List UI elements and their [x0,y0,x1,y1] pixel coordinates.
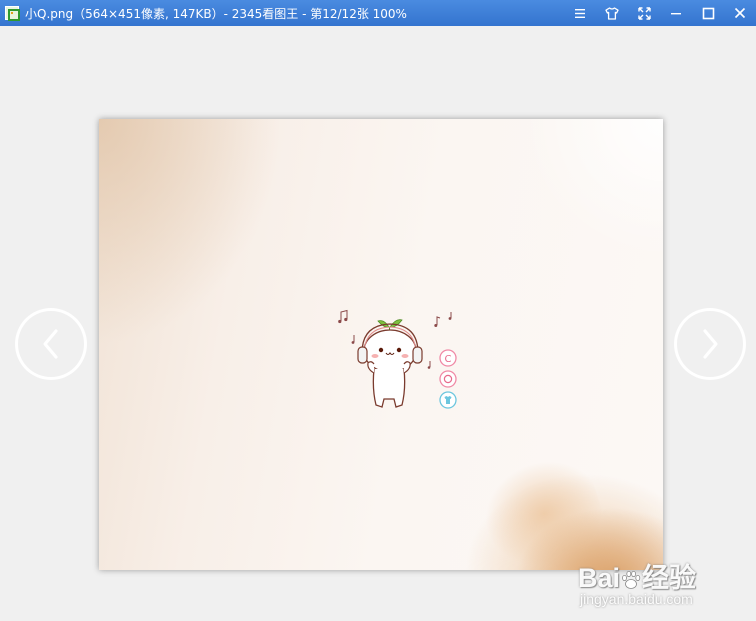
menu-icon [575,8,585,18]
paw-icon [622,570,641,589]
minimize-button[interactable] [660,0,692,26]
maximize-icon [702,7,714,19]
chevron-right-icon [703,329,718,359]
watermark-url: jingyan.baidu.com [580,591,693,607]
window-title: 小Q.png（564×451像素, 147KB）- 2345看图王 - 第12/… [25,6,407,21]
window-controls [564,0,756,26]
next-image-button[interactable] [674,308,746,380]
app-logo-icon [5,6,20,21]
cat-fur [443,430,663,570]
displayed-image: C [99,119,663,570]
svg-text:C: C [445,354,452,365]
cartoon-character: C [338,309,457,409]
close-button[interactable] [724,0,756,26]
skin-button[interactable] [596,0,628,26]
chevron-left-icon [43,329,58,359]
minimize-icon [671,13,681,15]
previous-image-button[interactable] [15,308,87,380]
baidu-jingyan-watermark: Bai 经验 jingyan.baidu.com [578,556,748,621]
watermark-brand: Bai 经验 [578,563,697,593]
close-icon [734,7,746,19]
image-viewer[interactable]: C Bai 经验 jingyan.baidu.com [0,26,756,621]
fullscreen-icon [637,6,651,20]
fullscreen-button[interactable] [628,0,660,26]
maximize-button[interactable] [692,0,724,26]
title-bar[interactable]: 小Q.png（564×451像素, 147KB）- 2345看图王 - 第12/… [0,0,756,26]
menu-button[interactable] [564,0,596,26]
tshirt-icon [605,6,619,20]
